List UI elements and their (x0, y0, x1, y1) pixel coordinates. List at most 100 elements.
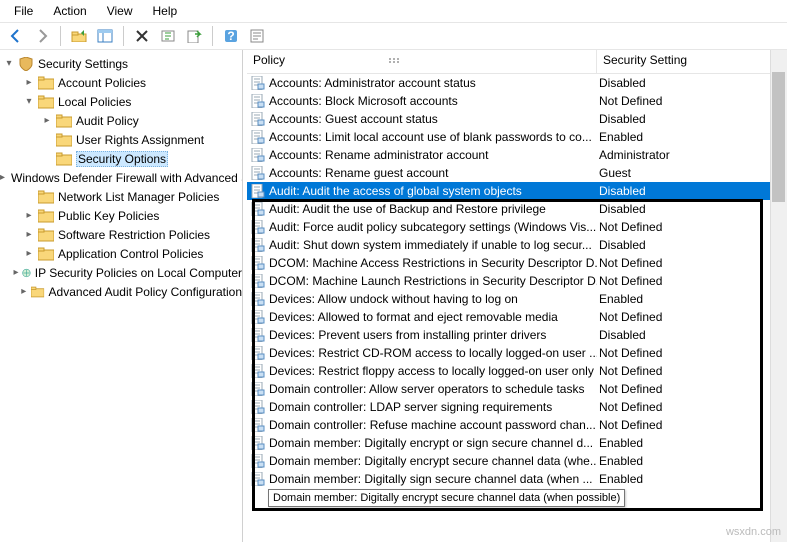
policy-name: Accounts: Rename guest account (269, 164, 448, 182)
policy-row[interactable]: Devices: Restrict floppy access to local… (247, 362, 787, 380)
policy-icon (251, 274, 265, 288)
list-header: Policy Security Setting (247, 50, 787, 74)
policy-row[interactable]: Devices: Allow undock without having to … (247, 290, 787, 308)
policy-name: Audit: Audit the use of Backup and Resto… (269, 200, 546, 218)
policy-row[interactable]: Domain member: Digitally sign secure cha… (247, 470, 787, 488)
policy-name: Accounts: Guest account status (269, 110, 438, 128)
policy-row[interactable]: Domain controller: LDAP server signing r… (247, 398, 787, 416)
forward-button[interactable] (30, 24, 54, 48)
policy-icon (251, 256, 265, 270)
delete-button[interactable] (130, 24, 154, 48)
policy-name: Accounts: Rename administrator account (269, 146, 488, 164)
tree-item[interactable]: Network List Manager Policies (0, 187, 242, 206)
policy-name: Audit: Force audit policy subcategory se… (269, 218, 596, 236)
policy-row[interactable]: Accounts: Limit local account use of bla… (247, 128, 787, 146)
policy-row[interactable]: DCOM: Machine Launch Restrictions in Sec… (247, 272, 787, 290)
policy-setting: Disabled (597, 74, 787, 92)
policy-icon (251, 472, 265, 486)
properties-button[interactable] (245, 24, 269, 48)
policy-icon (251, 346, 265, 360)
policy-icon (251, 292, 265, 306)
policy-icon (251, 382, 265, 396)
column-header-policy[interactable]: Policy (247, 50, 597, 73)
tree-root[interactable]: ▾Security Settings (0, 54, 242, 73)
policy-row[interactable]: Domain member: Digitally encrypt or sign… (247, 434, 787, 452)
policy-name: Audit: Audit the access of global system… (269, 182, 522, 200)
policy-setting: Guest (597, 164, 787, 182)
vertical-scrollbar[interactable] (770, 50, 787, 542)
list-pane: Policy Security Setting Accounts: Admini… (247, 50, 787, 542)
tree-item[interactable]: Security Options (0, 149, 242, 168)
policy-row[interactable]: DCOM: Machine Access Restrictions in Sec… (247, 254, 787, 272)
policy-setting: Not Defined (597, 416, 787, 434)
policy-icon (251, 418, 265, 432)
toolbar: ? (0, 22, 787, 50)
tree-item[interactable]: ▸IP Security Policies on Local Computer (0, 263, 242, 282)
menu-file[interactable]: File (6, 2, 41, 20)
policy-setting: Not Defined (597, 92, 787, 110)
policy-name: Accounts: Limit local account use of bla… (269, 128, 592, 146)
policy-name: DCOM: Machine Access Restrictions in Sec… (269, 254, 597, 272)
policy-icon (251, 310, 265, 324)
policy-name: Accounts: Administrator account status (269, 74, 476, 92)
policy-name: Devices: Restrict floppy access to local… (269, 362, 594, 380)
policy-row[interactable]: Domain member: Digitally encrypt secure … (247, 452, 787, 470)
policy-name: Domain member: Digitally encrypt secure … (269, 452, 597, 470)
show-hide-pane-button[interactable] (93, 24, 117, 48)
policy-icon (251, 148, 265, 162)
policy-row[interactable]: Domain controller: Allow server operator… (247, 380, 787, 398)
menu-action[interactable]: Action (45, 2, 94, 20)
policy-setting: Enabled (597, 470, 787, 488)
policy-row[interactable]: Devices: Allowed to format and eject rem… (247, 308, 787, 326)
policy-icon (251, 220, 265, 234)
menu-view[interactable]: View (99, 2, 141, 20)
scroll-thumb[interactable] (772, 72, 785, 202)
tree-item[interactable]: ▸Windows Defender Firewall with Advanced… (0, 168, 242, 187)
policy-icon (251, 436, 265, 450)
policy-row[interactable]: Audit: Shut down system immediately if u… (247, 236, 787, 254)
tree-item[interactable]: ▸Software Restriction Policies (0, 225, 242, 244)
policy-icon (251, 238, 265, 252)
policy-icon (251, 364, 265, 378)
policy-row[interactable]: Accounts: Guest account statusDisabled (247, 110, 787, 128)
export-button[interactable] (182, 24, 206, 48)
policy-row[interactable]: Accounts: Rename administrator accountAd… (247, 146, 787, 164)
up-button[interactable] (67, 24, 91, 48)
policy-setting: Enabled (597, 452, 787, 470)
policy-name: Devices: Allow undock without having to … (269, 290, 518, 308)
policy-row[interactable]: Accounts: Administrator account status Di… (247, 74, 787, 92)
back-button[interactable] (4, 24, 28, 48)
menubar: FileAction ViewHelp (0, 0, 787, 22)
policy-row[interactable]: Devices: Prevent users from installing p… (247, 326, 787, 344)
policy-setting: Disabled (597, 182, 787, 200)
tree-item[interactable]: ▸Advanced Audit Policy Configuration (0, 282, 242, 301)
policy-row[interactable]: Domain controller: Refuse machine accoun… (247, 416, 787, 434)
tree-item[interactable]: User Rights Assignment (0, 130, 242, 149)
policy-setting: Not Defined (597, 380, 787, 398)
tree-item[interactable]: ▸Audit Policy (0, 111, 242, 130)
column-header-setting[interactable]: Security Setting (597, 50, 787, 73)
tree-item[interactable]: ▾Local Policies (0, 92, 242, 111)
svg-text:?: ? (227, 29, 234, 43)
policy-row[interactable]: Audit: Force audit policy subcategory se… (247, 218, 787, 236)
help-button[interactable]: ? (219, 24, 243, 48)
refresh-button[interactable] (156, 24, 180, 48)
policy-row[interactable]: Accounts: Block Microsoft accounts Not De… (247, 92, 787, 110)
policy-row[interactable]: Accounts: Rename guest account Guest (247, 164, 787, 182)
policy-name: Devices: Allowed to format and eject rem… (269, 308, 558, 326)
tree-item[interactable]: ▸Account Policies (0, 73, 242, 92)
policy-icon (251, 328, 265, 342)
policy-icon (251, 130, 265, 144)
tree-item[interactable]: ▸Public Key Policies (0, 206, 242, 225)
menu-help[interactable]: Help (145, 2, 186, 20)
policy-row[interactable]: Audit: Audit the use of Backup and Resto… (247, 200, 787, 218)
policy-name: Accounts: Block Microsoft accounts (269, 92, 458, 110)
policy-name: Domain member: Digitally encrypt or sign… (269, 434, 593, 452)
tree-pane[interactable]: ▾Security Settings▸Account Policies▾Loca… (0, 50, 243, 542)
policy-name: Domain controller: LDAP server signing r… (269, 398, 552, 416)
policy-name: Devices: Prevent users from installing p… (269, 326, 546, 344)
policy-name: Audit: Shut down system immediately if u… (269, 236, 592, 254)
tree-item[interactable]: ▸Application Control Policies (0, 244, 242, 263)
policy-row[interactable]: Devices: Restrict CD-ROM access to local… (247, 344, 787, 362)
policy-row[interactable]: Audit: Audit the access of global system… (247, 182, 787, 200)
